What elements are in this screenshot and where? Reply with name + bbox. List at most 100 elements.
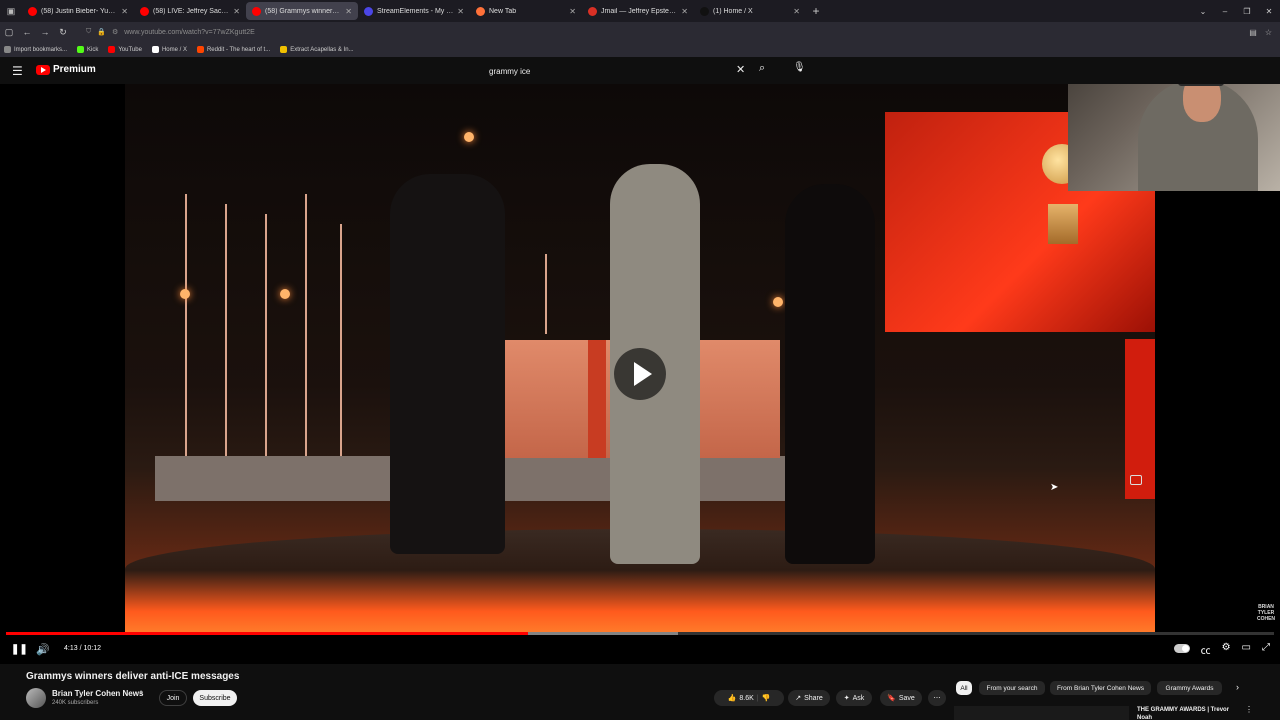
- new-tab-button[interactable]: +: [806, 4, 826, 18]
- bookmark-favicon-icon: [196, 46, 204, 53]
- bookmark-item[interactable]: Reddit - The heart of t...: [196, 46, 271, 53]
- save-label: Save: [898, 694, 915, 702]
- minimize-button[interactable]: –: [1214, 7, 1236, 16]
- address-bar[interactable]: ⛉ 🔒 ⚙ www.youtube.com/watch?v=77wZKgutt2…: [86, 28, 986, 36]
- close-tab-icon[interactable]: ✕: [457, 7, 464, 16]
- permissions-icon[interactable]: ⚙: [112, 28, 118, 36]
- browser-tab[interactable]: (58) Justin Bieber- Yukon (Live a ✕: [22, 0, 134, 22]
- search-input[interactable]: [484, 66, 724, 76]
- like-dislike-group: 👍 8.6K | 👎: [714, 690, 784, 706]
- channel-avatar[interactable]: [26, 688, 46, 708]
- play-overlay-icon[interactable]: [614, 348, 666, 400]
- clear-search-icon[interactable]: ✕: [736, 63, 745, 76]
- tab-title: (58) LIVE: Jeffrey Sachs With Ar: [153, 7, 229, 15]
- video-player[interactable]: ➤ BRIAN TYLER COHEN ❚❚ 🔊 4:13 / 10:12 ㏄ …: [0, 84, 1280, 664]
- filter-chip[interactable]: From your search: [979, 681, 1045, 695]
- bookmark-item[interactable]: Kick: [77, 46, 98, 53]
- reader-view-icon[interactable]: ▤: [1249, 28, 1257, 37]
- browser-tab-bar: ▣ (58) Justin Bieber- Yukon (Live a✕(58)…: [0, 0, 1280, 22]
- dislike-icon[interactable]: 👎: [762, 694, 771, 702]
- bookmark-item[interactable]: YouTube: [108, 46, 142, 53]
- restore-button[interactable]: ❐: [1236, 7, 1258, 16]
- reload-button[interactable]: ↻: [54, 27, 72, 38]
- search-icon[interactable]: ⌕: [759, 62, 765, 75]
- tab-title: Jmail — Jeffrey Epstein's Emails: [601, 7, 678, 15]
- pause-button[interactable]: ❚❚: [11, 644, 28, 655]
- lock-icon[interactable]: 🔒: [97, 28, 106, 36]
- forward-button[interactable]: →: [36, 27, 54, 37]
- share-label: Share: [804, 694, 823, 702]
- browser-tab[interactable]: (1) Home / X ✕: [694, 0, 806, 22]
- shield-icon[interactable]: ⛉: [86, 28, 91, 36]
- close-tab-icon[interactable]: ✕: [233, 7, 240, 16]
- bookmark-star-icon[interactable]: ☆: [1265, 28, 1272, 37]
- mouse-cursor-icon: ➤: [1050, 482, 1059, 493]
- bookmark-item[interactable]: Home / X: [151, 46, 187, 53]
- youtube-logo[interactable]: Premium: [36, 64, 96, 75]
- browser-tab[interactable]: StreamElements - My dashboa ✕: [358, 0, 470, 22]
- played-bar: [6, 632, 529, 635]
- filter-chip[interactable]: All: [956, 681, 972, 695]
- url-text[interactable]: www.youtube.com/watch?v=77wZKgutt2E: [124, 29, 255, 36]
- tab-favicon-icon: [364, 6, 373, 16]
- sparkle-icon: ✦: [843, 695, 850, 702]
- bookmark-favicon-icon: [4, 46, 11, 53]
- close-tab-icon[interactable]: ✕: [793, 7, 800, 16]
- close-tab-icon[interactable]: ✕: [345, 7, 352, 16]
- microphone-icon[interactable]: 🎙: [793, 62, 806, 73]
- like-icon[interactable]: 👍: [728, 694, 737, 702]
- bookmark-label: Import bookmarks...: [14, 46, 68, 53]
- captions-icon[interactable]: ㏄: [1201, 642, 1211, 657]
- save-button[interactable]: 🔖 Save: [880, 690, 922, 706]
- tab-list-icon[interactable]: ▣: [0, 0, 22, 22]
- autoplay-toggle[interactable]: [1173, 644, 1190, 653]
- recommendation-thumbnail[interactable]: [954, 706, 1129, 720]
- menu-icon[interactable]: ☰: [12, 64, 23, 78]
- back-button[interactable]: ←: [18, 27, 36, 37]
- chevron-down-icon[interactable]: ⌄: [1192, 7, 1214, 16]
- bookmark-favicon-icon: [77, 46, 85, 53]
- more-actions-button[interactable]: ⋯: [928, 690, 946, 706]
- tab-title: (58) Grammys winners deli: [265, 7, 342, 15]
- theater-mode-icon[interactable]: ▭: [1242, 642, 1251, 657]
- browser-tab[interactable]: (58) LIVE: Jeffrey Sachs With Ar ✕: [134, 0, 246, 22]
- bookmark-label: Reddit - The heart of t...: [206, 46, 271, 53]
- fullscreen-icon[interactable]: ⤢: [1262, 642, 1270, 657]
- channel-watermark[interactable]: BRIAN TYLER COHEN: [1252, 604, 1280, 622]
- tab-title: New Tab: [489, 7, 517, 15]
- progress-bar[interactable]: [6, 632, 1274, 635]
- bookmark-item[interactable]: Import bookmarks...: [4, 46, 67, 53]
- bookmark-label: Extract Acapellas & In...: [290, 46, 354, 53]
- tab-title: (58) Justin Bieber- Yukon (Live a: [41, 7, 117, 15]
- share-button[interactable]: ↗ Share: [788, 690, 830, 706]
- tab-favicon-icon: [140, 6, 149, 16]
- ask-button[interactable]: ✦ Ask: [836, 690, 872, 706]
- channel-name[interactable]: Brian Tyler Cohen News: [52, 689, 143, 698]
- filter-chip[interactable]: Grammy Awards: [1157, 681, 1222, 695]
- recommendation-title[interactable]: THE GRAMMY AWARDS | Trevor Noah: [1137, 706, 1243, 720]
- bookmark-favicon-icon: [151, 46, 159, 53]
- search-box: [484, 63, 754, 79]
- subscribe-button[interactable]: Subscribe: [193, 690, 237, 706]
- browser-tab[interactable]: (58) Grammys winners deli ✕: [246, 2, 358, 20]
- settings-gear-icon[interactable]: ⚙: [1222, 642, 1231, 657]
- miniplayer-icon[interactable]: [1130, 475, 1142, 485]
- close-tab-icon[interactable]: ✕: [681, 7, 688, 16]
- timecode: 4:13 / 10:12: [64, 645, 101, 652]
- close-tab-icon[interactable]: ✕: [121, 7, 128, 16]
- close-window-button[interactable]: ✕: [1258, 7, 1280, 16]
- right-controls: ㏄ ⚙ ▭ ⤢: [1173, 642, 1270, 657]
- bookmark-item[interactable]: Extract Acapellas & In...: [280, 46, 354, 53]
- subscriber-count: 240K subscribers: [52, 700, 99, 706]
- filter-chip[interactable]: From Brian Tyler Cohen News: [1050, 681, 1151, 695]
- browser-tab[interactable]: Jmail — Jeffrey Epstein's Emails✕: [582, 0, 694, 22]
- volume-icon[interactable]: 🔊: [36, 643, 50, 656]
- join-button[interactable]: Join: [159, 690, 187, 706]
- browser-tab[interactable]: New Tab ✕: [470, 0, 582, 22]
- close-tab-icon[interactable]: ✕: [569, 7, 576, 16]
- tabs-container: (58) Justin Bieber- Yukon (Live a✕(58) L…: [22, 0, 806, 22]
- sidebar-toggle-icon[interactable]: ▢: [0, 27, 18, 38]
- recommendation-more-icon[interactable]: ⋮: [1245, 705, 1253, 714]
- chevron-right-icon[interactable]: ›: [1236, 682, 1239, 692]
- like-count[interactable]: 8.6K: [739, 695, 753, 702]
